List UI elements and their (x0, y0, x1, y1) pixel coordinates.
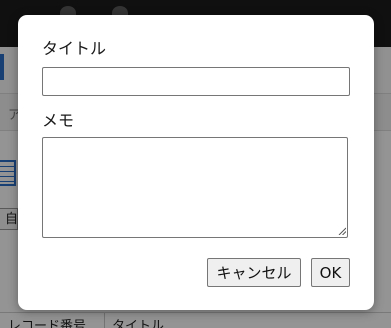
memo-textarea[interactable] (42, 137, 348, 238)
title-field-label: タイトル (42, 39, 107, 58)
add-record-dialog: タイトル メモ キャンセル OK (18, 15, 374, 310)
ok-button[interactable]: OK (311, 258, 350, 287)
textarea-resize-icon[interactable] (338, 227, 346, 235)
cancel-button[interactable]: キャンセル (207, 258, 301, 287)
title-input[interactable] (42, 67, 350, 96)
memo-field-label: メモ (42, 111, 75, 130)
